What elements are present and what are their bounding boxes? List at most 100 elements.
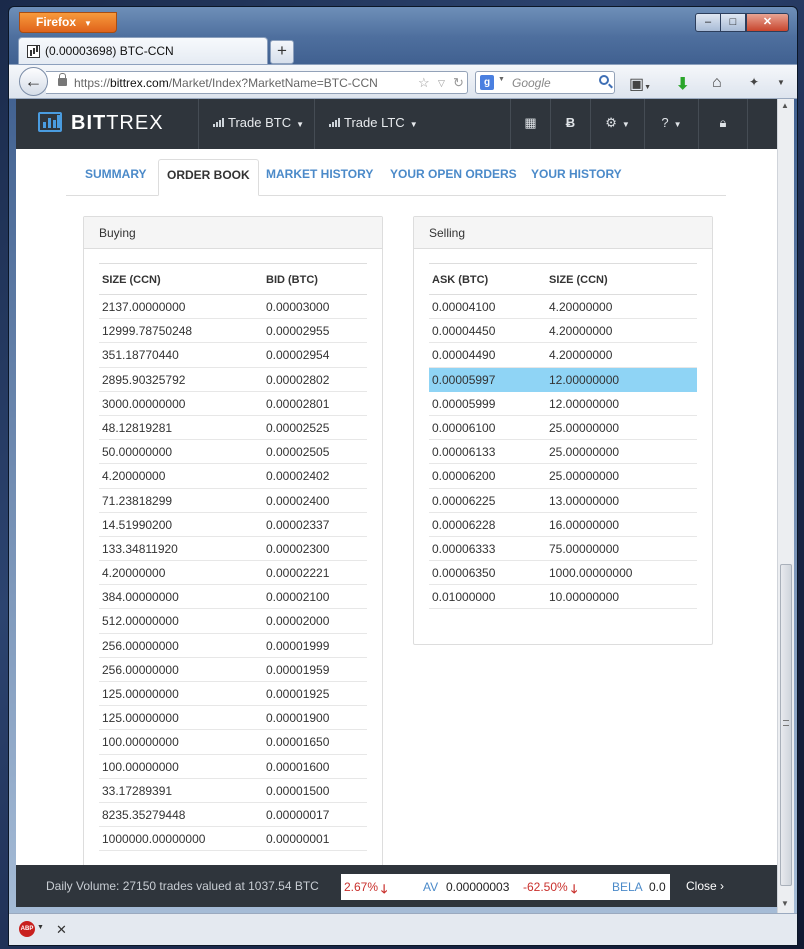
table-row[interactable]: 0.00006228 16.00000000	[429, 513, 697, 537]
cell-1: 0.00004490	[432, 348, 496, 363]
bittrex-logo-icon[interactable]	[38, 112, 62, 132]
ticker-close-button[interactable]: Close ›	[686, 879, 724, 893]
page-content: BITTREX Trade BTC ▼ Trade LTC ▼ ▦ Ƀ ⚙ ▼ ? ▼ …	[16, 99, 777, 907]
addon-icon[interactable]: ✦	[749, 75, 759, 89]
table-row[interactable]: 0.00006350 1000.00000000	[429, 561, 697, 586]
tab-order-book[interactable]: ORDER BOOK	[158, 159, 259, 196]
ticker-market[interactable]: AV	[423, 880, 438, 894]
table-row[interactable]: 125.00000000 0.00001900	[99, 706, 367, 731]
table-row[interactable]: 2895.90325792 0.00002802	[99, 368, 367, 392]
close-window-button[interactable]: ✕	[746, 13, 789, 32]
lock-icon[interactable]: 🔒︎	[698, 99, 748, 149]
site-header: BITTREX Trade BTC ▼ Trade LTC ▼ ▦ Ƀ ⚙ ▼ ? ▼ …	[16, 99, 777, 149]
maximize-button[interactable]: □	[720, 13, 746, 32]
table-row[interactable]: 0.00006333 75.00000000	[429, 537, 697, 562]
cell-2: 0.00001999	[266, 638, 330, 653]
cell-1: 3000.00000000	[102, 396, 186, 411]
signal-icon	[213, 118, 225, 127]
scroll-thumb[interactable]	[780, 564, 792, 886]
cell-2: 10.00000000	[549, 590, 620, 605]
settings-gear-icon[interactable]: ⚙ ▼	[590, 99, 644, 149]
table-row[interactable]: 0.00004450 4.20000000	[429, 319, 697, 344]
table-row[interactable]: 100.00000000 0.00001650	[99, 730, 367, 755]
table-row[interactable]: 0.01000000 10.00000000	[429, 585, 697, 610]
ticker-next-market[interactable]: BELA	[612, 880, 643, 894]
table-row[interactable]: 4.20000000 0.00002221	[99, 561, 367, 586]
table-row[interactable]: 256.00000000 0.00001959	[99, 658, 367, 682]
table-row[interactable]: 0.00005997 12.00000000	[429, 367, 697, 392]
table-row[interactable]: 33.17289391 0.00001500	[99, 779, 367, 803]
home-icon[interactable]: ⌂	[712, 74, 722, 92]
back-button[interactable]: ←	[19, 67, 48, 96]
table-row[interactable]: 1000000.00000000 0.00000001	[99, 827, 367, 852]
page-scrollbar[interactable]: ▲ ▼	[777, 99, 794, 913]
tab-your-history[interactable]: YOUR HISTORY	[531, 167, 622, 181]
cell-1: 4.20000000	[102, 566, 166, 581]
cell-1: 0.00006350	[432, 566, 496, 581]
calendar-icon[interactable]: ▦	[510, 99, 550, 149]
table-row[interactable]: 384.00000000 0.00002100	[99, 585, 367, 610]
table-row[interactable]: 4.20000000 0.00002402	[99, 464, 367, 489]
tab-your-open-orders[interactable]: YOUR OPEN ORDERS	[390, 167, 517, 181]
cell-1: 33.17289391	[102, 783, 173, 798]
table-row[interactable]: 256.00000000 0.00001999	[99, 634, 367, 658]
table-row[interactable]: 0.00005999 12.00000000	[429, 392, 697, 416]
scroll-down-icon[interactable]: ▼	[781, 899, 789, 908]
browser-tab[interactable]: (0.00003698) BTC-CCN	[18, 37, 268, 64]
bookmark-star-icon[interactable]: ☆	[418, 75, 430, 91]
chevron-down-icon: ▼	[84, 19, 92, 28]
cell-1: 2895.90325792	[102, 372, 186, 387]
buying-table: SIZE (CCN) BID (BTC) 2137.00000000 0.0000…	[99, 263, 367, 852]
table-row[interactable]: 512.00000000 0.00002000	[99, 609, 367, 634]
cell-1: 512.00000000	[102, 614, 179, 629]
table-row[interactable]: 48.12819281 0.00002525	[99, 416, 367, 441]
firefox-menu-button[interactable]: Firefox ▼	[19, 12, 117, 33]
search-icon[interactable]	[599, 75, 609, 85]
table-row[interactable]: 8235.35279448 0.00000017	[99, 803, 367, 828]
adblock-icon[interactable]: ABP	[19, 921, 35, 937]
nav-trade-ltc[interactable]: Trade LTC ▼	[314, 99, 430, 149]
table-row[interactable]: 3000.00000000 0.00002801	[99, 392, 367, 416]
search-engine-dropdown-icon[interactable]: ▼	[498, 76, 505, 83]
nav-trade-btc[interactable]: Trade BTC ▼	[198, 99, 314, 149]
help-icon[interactable]: ? ▼	[644, 99, 698, 149]
table-row[interactable]: 0.00006225 13.00000000	[429, 489, 697, 513]
menu-chevron-icon[interactable]: ▼	[777, 78, 785, 87]
reload-icon[interactable]: ↻	[453, 75, 464, 91]
table-row[interactable]: 14.51990200 0.00002337	[99, 513, 367, 537]
market-ticker[interactable]: 2.67% 🡓︎ AV 0.00000003 -62.50% 🡓︎ BELA 0…	[341, 874, 670, 900]
tab-summary[interactable]: SUMMARY	[85, 167, 147, 181]
minimize-button[interactable]: –	[695, 13, 721, 32]
table-row[interactable]: 0.00004490 4.20000000	[429, 343, 697, 368]
scroll-up-icon[interactable]: ▲	[781, 101, 789, 110]
url-bar[interactable]: https://bittrex.com/Market/Index?MarketN…	[46, 71, 468, 94]
cell-2: 0.00002402	[266, 469, 330, 484]
search-input[interactable]: g ▼ Google	[475, 71, 615, 94]
tab-market-history[interactable]: MARKET HISTORY	[266, 167, 373, 181]
new-tab-button[interactable]: +	[270, 40, 294, 64]
chevron-down-icon: ▼	[409, 120, 418, 129]
table-row[interactable]: 12999.78750248 0.00002955	[99, 319, 367, 344]
bitcoin-icon[interactable]: Ƀ	[550, 99, 590, 149]
ticker-next-price: 0.0	[649, 880, 666, 894]
chevron-down-icon[interactable]: ▼	[37, 924, 44, 931]
table-row[interactable]: 0.00006200 25.00000000	[429, 464, 697, 489]
close-addon-bar-icon[interactable]: ✕	[56, 922, 67, 938]
table-row[interactable]: 351.18770440 0.00002954	[99, 343, 367, 368]
col-ask: ASK (BTC)	[432, 274, 489, 286]
table-row[interactable]: 50.00000000 0.00002505	[99, 440, 367, 465]
table-row[interactable]: 2137.00000000 0.00003000	[99, 295, 367, 320]
download-icon[interactable]: ⬇	[676, 74, 689, 94]
table-row[interactable]: 125.00000000 0.00001925	[99, 682, 367, 707]
table-row[interactable]: 133.34811920 0.00002300	[99, 537, 367, 562]
table-row[interactable]: 0.00004100 4.20000000	[429, 295, 697, 320]
history-dropdown-icon[interactable]: ▽	[438, 78, 445, 89]
table-row[interactable]: 0.00006133 25.00000000	[429, 440, 697, 465]
brand-name[interactable]: BITTREX	[71, 112, 164, 135]
table-row[interactable]: 71.23818299 0.00002400	[99, 489, 367, 513]
bookmarks-icon[interactable]: ▣▼	[629, 74, 651, 94]
buying-title: Buying	[84, 217, 382, 249]
table-row[interactable]: 100.00000000 0.00001600	[99, 755, 367, 779]
cell-2: 0.00002100	[266, 590, 330, 605]
table-row[interactable]: 0.00006100 25.00000000	[429, 416, 697, 441]
